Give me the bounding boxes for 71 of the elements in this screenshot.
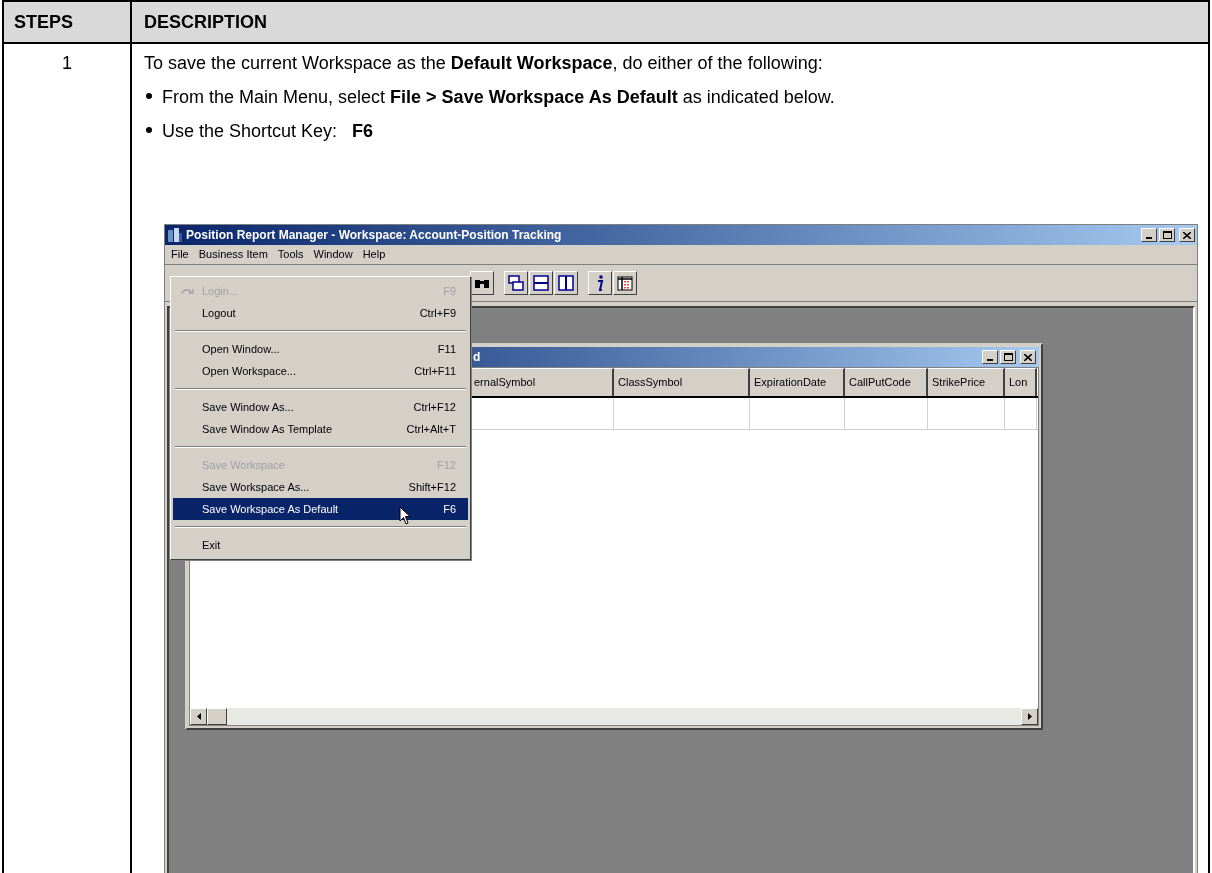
menu-item-label: Open Workspace... (202, 363, 296, 379)
grid-icon (617, 275, 633, 291)
step-number: 1 (62, 52, 72, 75)
scrollbar-thumb[interactable] (207, 708, 227, 725)
menu-item-shortcut: Ctrl+F12 (413, 399, 456, 415)
menu-item-label: Exit (202, 537, 221, 553)
column-header[interactable]: ClassSymbol (614, 368, 750, 396)
menu-item[interactable]: Save Window As... Ctrl+F12 (173, 396, 468, 418)
login-arrow-icon (181, 287, 195, 295)
menu-item[interactable]: Save Window As Template Ctrl+Alt+T (173, 418, 468, 440)
column-header[interactable]: Lon (1005, 368, 1037, 396)
close-icon (1183, 231, 1191, 239)
cascade-windows-button[interactable] (504, 271, 528, 295)
menu-bar-item[interactable]: Tools (277, 246, 304, 263)
scroll-right-button[interactable] (1021, 708, 1038, 725)
menu-item-shortcut: Ctrl+F9 (419, 305, 456, 321)
menu-item-label: Save Workspace As Default (202, 501, 339, 517)
cascade-windows-icon (508, 275, 524, 291)
tile-horizontal-icon (533, 275, 549, 291)
child-window-title: d (473, 349, 481, 366)
scroll-left-button[interactable] (190, 708, 207, 725)
menu-item-label: Save Workspace As... (202, 479, 310, 495)
close-icon (1024, 353, 1032, 361)
menu-item[interactable]: Logout Ctrl+F9 (173, 302, 468, 324)
menu-item-shortcut: Ctrl+F11 (414, 363, 456, 379)
minimize-button[interactable] (1141, 228, 1157, 242)
binoculars-icon (474, 277, 490, 289)
menu-bar-item[interactable]: Business Item (198, 246, 268, 263)
maximize-button[interactable] (1159, 228, 1175, 242)
column-header: STEPS (4, 2, 132, 42)
tile-horizontal-button[interactable] (529, 271, 553, 295)
binoculars-icon-button[interactable] (470, 271, 494, 295)
tile-vertical-button[interactable] (554, 271, 578, 295)
menu-item[interactable]: Exit (173, 534, 468, 556)
window-title: Position Report Manager - Workspace: Account-Position Tracking (186, 227, 562, 244)
menu-item-shortcut: Shift+F12 (408, 479, 456, 495)
menu-item-shortcut: Ctrl+Alt+T (406, 421, 456, 437)
menu-item-shortcut: F6 (443, 501, 456, 517)
menu-item[interactable]: Open Window... F11 (173, 338, 468, 360)
menu-bar-item[interactable]: Window (313, 246, 353, 263)
menu-item-label: Save Window As... (202, 399, 294, 415)
column-header[interactable]: ExpirationDate (750, 368, 845, 396)
tile-vertical-icon (558, 275, 574, 291)
close-button[interactable] (1020, 350, 1036, 364)
left-arrow-icon (196, 713, 201, 720)
column-header[interactable]: StrikePrice (928, 368, 1005, 396)
bullet-icon (146, 127, 152, 133)
mouse-pointer-icon (399, 506, 411, 525)
maximize-button[interactable] (1000, 350, 1016, 364)
menu-item-shortcut: F11 (437, 341, 456, 357)
instruction-text: To save the current Workspace as the Default Workspace, do either of the following: (144, 52, 824, 75)
buildings-icon (167, 227, 183, 243)
menu-item[interactable]: Save Workspace As... Shift+F12 (173, 476, 468, 498)
bullet-text: Use the Shortcut Key: F6 (162, 120, 374, 143)
menu-bar-item[interactable]: Help (362, 246, 386, 263)
column-header[interactable]: CallPutCode (845, 368, 928, 396)
menu-item-label: Logout (202, 305, 236, 321)
bullet-icon (146, 93, 152, 99)
menu-item[interactable]: Open Workspace... Ctrl+F11 (173, 360, 468, 382)
right-arrow-icon (1027, 713, 1032, 720)
menu-item-label: Open Window... (202, 341, 280, 357)
column-header: DESCRIPTION (143, 10, 268, 34)
info-icon (596, 275, 604, 291)
menu-bar-item[interactable]: File (171, 246, 189, 263)
menu-item-label: Save Window As Template (202, 421, 333, 437)
close-button[interactable] (1179, 228, 1195, 242)
info-button[interactable] (588, 271, 612, 295)
bullet-text: From the Main Menu, select File > Save Workspace As Default as indicated below. (162, 86, 835, 109)
horizontal-scrollbar[interactable] (190, 708, 1038, 725)
minimize-button[interactable] (982, 350, 998, 364)
grid-button[interactable] (613, 271, 637, 295)
